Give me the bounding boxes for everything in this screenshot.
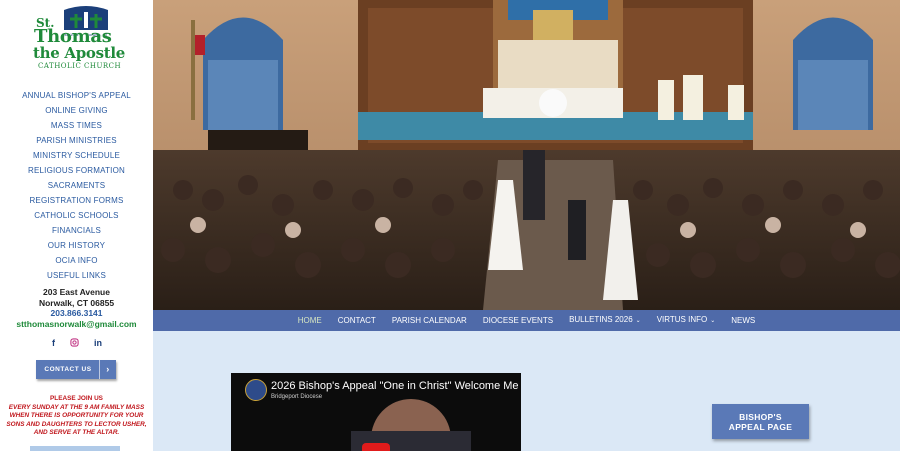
- address-line-2: Norwalk, CT 06855: [38, 297, 115, 308]
- sidebar-item-our-history[interactable]: OUR HISTORY: [0, 238, 153, 253]
- sidebar-item-religious-formation[interactable]: RELIGIOUS FORMATION: [0, 163, 153, 178]
- tab-parish-calendar[interactable]: PARISH CALENDAR: [384, 310, 475, 331]
- linkedin-icon[interactable]: in: [94, 338, 102, 348]
- logo-line-apostle: the Apostle: [33, 44, 126, 62]
- phone-link[interactable]: 203.866.3141: [0, 308, 153, 319]
- promo-heading: PLEASE JOIN US: [50, 395, 103, 402]
- top-navigation: HOME CONTACT PARISH CALENDAR DIOCESE EVE…: [153, 310, 900, 331]
- tab-diocese-events[interactable]: DIOCESE EVENTS: [475, 310, 561, 331]
- sidebar-item-online-giving[interactable]: ONLINE GIVING: [0, 103, 153, 118]
- sidebar-item-mass-times[interactable]: MASS TIMES: [0, 118, 153, 133]
- sidebar-item-bishops-appeal[interactable]: ANNUAL BISHOP'S APPEAL: [0, 88, 153, 103]
- church-logo[interactable]: St. Est. 1911 Norwalk, CT Thomas the Apo…: [0, 4, 153, 70]
- sidebar-item-registration-forms[interactable]: REGISTRATION FORMS: [0, 193, 153, 208]
- youtube-video-embed[interactable]: 2026 Bishop's Appeal "One in Christ" Wel…: [231, 373, 521, 451]
- sidebar-item-useful-links[interactable]: USEFUL LINKS: [0, 268, 153, 283]
- address-line-1: 203 East Avenue: [43, 287, 110, 297]
- tab-virtus-label: VIRTUS INFO: [656, 315, 708, 324]
- sidebar: St. Est. 1911 Norwalk, CT Thomas the Apo…: [0, 0, 153, 451]
- promo-body: EVERY SUNDAY AT THE 9 AM FAMILY MASS WHE…: [6, 403, 147, 437]
- chevron-right-icon: ›: [99, 360, 116, 379]
- appeal-button-text: BISHOP'S APPEAL PAGE: [729, 412, 792, 432]
- chevron-down-icon: ⌄: [635, 318, 641, 324]
- sidebar-item-catholic-schools[interactable]: CATHOLIC SCHOOLS: [0, 208, 153, 223]
- facebook-icon[interactable]: f: [52, 338, 55, 348]
- tab-contact[interactable]: CONTACT: [330, 310, 384, 331]
- sidebar-item-parish-ministries[interactable]: PARISH MINISTRIES: [0, 133, 153, 148]
- family-mass-promo: PLEASE JOIN US EVERY SUNDAY AT THE 9 AM …: [2, 395, 151, 438]
- video-title[interactable]: 2026 Bishop's Appeal "One in Christ" Wel…: [271, 380, 519, 392]
- instagram-icon[interactable]: [70, 337, 79, 349]
- tab-home[interactable]: HOME: [290, 310, 330, 331]
- sidebar-item-ministry-schedule[interactable]: MINISTRY SCHEDULE: [0, 148, 153, 163]
- tab-news[interactable]: NEWS: [723, 310, 763, 331]
- social-links: f in: [52, 337, 102, 349]
- contact-us-label: CONTACT US: [44, 366, 92, 373]
- email-link[interactable]: stthomasnorwalk@gmail.com: [0, 319, 153, 330]
- contact-us-button[interactable]: CONTACT US ›: [36, 360, 116, 379]
- tab-virtus-info[interactable]: VIRTUS INFO ⌄: [649, 309, 724, 332]
- sidebar-item-ocia-info[interactable]: OCIA INFO: [0, 253, 153, 268]
- logo-line-catholic: CATHOLIC CHURCH: [38, 62, 122, 70]
- appeal-button-line-2: APPEAL PAGE: [728, 421, 793, 432]
- tab-bulletins-label: BULLETINS 2026: [569, 315, 633, 324]
- church-address: 203 East Avenue Norwalk, CT 06855 203.86…: [0, 287, 153, 329]
- channel-avatar-icon[interactable]: [245, 379, 267, 401]
- hero-church-photo: [153, 0, 900, 310]
- play-button-icon[interactable]: [362, 443, 390, 451]
- chevron-down-icon: ⌄: [710, 318, 716, 324]
- tab-bulletins-2026[interactable]: BULLETINS 2026 ⌄: [561, 309, 649, 332]
- church-interior-image: [153, 0, 900, 310]
- bishops-appeal-page-button[interactable]: BISHOP'S APPEAL PAGE: [712, 404, 809, 439]
- appeal-button-line-1: BISHOP'S: [739, 411, 782, 422]
- sidebar-nav: ANNUAL BISHOP'S APPEAL ONLINE GIVING MAS…: [0, 88, 153, 283]
- sidebar-item-financials[interactable]: FINANCIALS: [0, 223, 153, 238]
- video-channel: Bridgeport Diocese: [271, 394, 323, 400]
- sidebar-item-sacraments[interactable]: SACRAMENTS: [0, 178, 153, 193]
- sidebar-next-section: [30, 446, 120, 451]
